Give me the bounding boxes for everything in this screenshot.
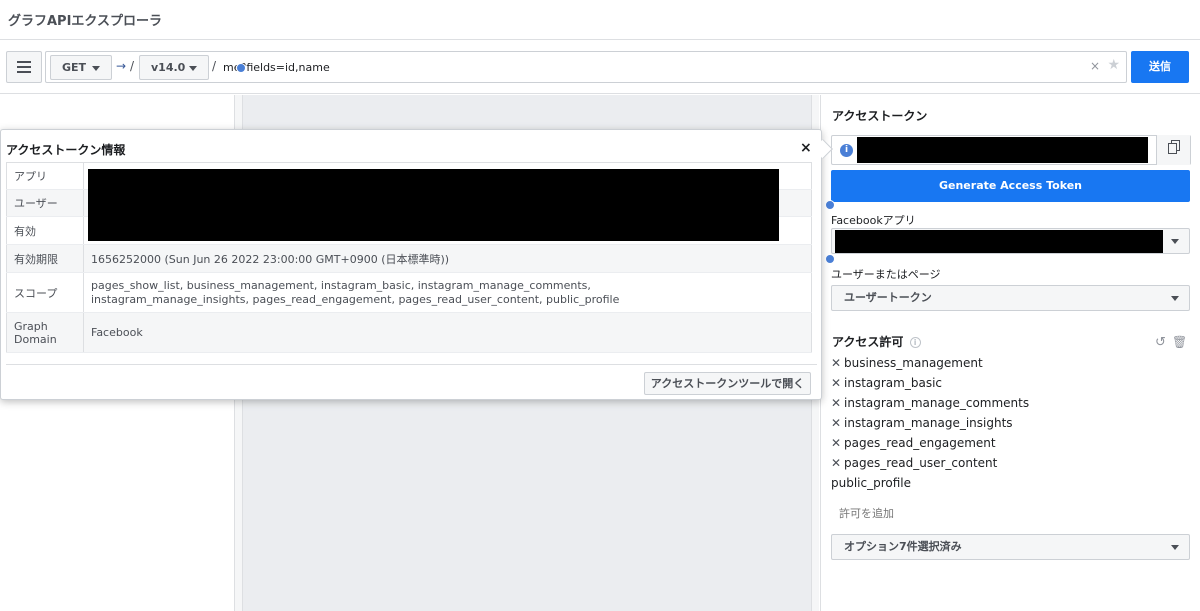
graph-path-input[interactable] bbox=[223, 59, 1083, 75]
api-version-select[interactable]: v14.0 bbox=[139, 55, 209, 80]
table-row: 有効期限 1656252000 (Sun Jun 26 2022 23:00:0… bbox=[6, 244, 812, 273]
row-key: 有効 bbox=[6, 216, 84, 245]
caret-down-icon bbox=[1171, 545, 1179, 550]
user-or-page-label: ユーザーまたはページ bbox=[831, 268, 941, 281]
row-key: ユーザー bbox=[6, 189, 84, 217]
row-value: pages_show_list, business_management, in… bbox=[83, 272, 812, 313]
cursor-indicator bbox=[825, 200, 835, 210]
clear-icon[interactable]: × bbox=[1090, 59, 1100, 73]
permission-list: ✕ business_management ✕ instagram_basic ✕ i… bbox=[831, 353, 1029, 493]
popup-title: アクセストークン情報 bbox=[6, 143, 126, 157]
access-token-panel: アクセストークン i Generate Access Token Faceboo… bbox=[820, 95, 1200, 611]
redacted-token bbox=[857, 137, 1148, 163]
cursor-indicator bbox=[236, 63, 246, 73]
open-access-token-tool-button[interactable]: アクセストークンツールで開く bbox=[644, 372, 811, 395]
row-value: Facebook bbox=[83, 312, 812, 353]
trash-icon[interactable]: 🗑 bbox=[1172, 335, 1187, 349]
caret-down-icon bbox=[1171, 296, 1179, 301]
access-token-info-popup: アクセストークン情報 × アプリ ユーザー 有効 有効期限 1656252000… bbox=[0, 129, 833, 400]
query-box: GET → / v14.0 / × ★ bbox=[45, 51, 1127, 83]
remove-icon[interactable]: ✕ bbox=[831, 433, 844, 453]
caret-down-icon bbox=[1171, 239, 1179, 244]
caret-down-icon bbox=[92, 66, 100, 71]
add-permission-input[interactable] bbox=[831, 503, 1190, 525]
arrow-right-icon: → bbox=[116, 59, 127, 73]
app-header: グラフAPIエクスプローラ bbox=[0, 0, 1200, 40]
divider bbox=[6, 364, 817, 365]
row-key: アプリ bbox=[6, 162, 84, 190]
redacted-app-name bbox=[835, 230, 1163, 253]
remove-icon[interactable]: ✕ bbox=[831, 413, 844, 433]
row-value: 1656252000 (Sun Jun 26 2022 23:00:00 GMT… bbox=[83, 244, 812, 273]
app-title: グラフAPIエクスプローラ bbox=[8, 14, 163, 29]
star-icon[interactable]: ★ bbox=[1107, 57, 1120, 73]
access-token-title: アクセストークン bbox=[832, 109, 928, 123]
generate-access-token-button[interactable]: Generate Access Token bbox=[831, 170, 1190, 202]
remove-icon[interactable]: ✕ bbox=[831, 453, 844, 473]
remove-icon[interactable]: ✕ bbox=[831, 393, 844, 413]
remove-icon[interactable]: ✕ bbox=[831, 353, 844, 373]
close-icon[interactable]: × bbox=[800, 140, 812, 156]
permission-item: ✕ instagram_basic bbox=[831, 373, 1029, 393]
copy-button[interactable] bbox=[1156, 135, 1190, 165]
redacted-info bbox=[88, 169, 779, 241]
path-separator: / bbox=[212, 59, 217, 73]
info-icon[interactable]: i bbox=[840, 144, 853, 157]
http-method-value: GET bbox=[62, 61, 87, 74]
options-select[interactable]: オプション7件選択済み bbox=[831, 534, 1190, 560]
permission-item: ✕ instagram_manage_insights bbox=[831, 413, 1029, 433]
options-value: オプション7件選択済み bbox=[844, 540, 962, 553]
remove-icon[interactable]: ✕ bbox=[831, 373, 844, 393]
info-icon[interactable]: i bbox=[909, 337, 921, 348]
facebook-app-label: Facebookアプリ bbox=[831, 214, 916, 227]
permission-item: ✕ pages_read_engagement bbox=[831, 433, 1029, 453]
permission-item: public_profile bbox=[831, 476, 912, 490]
permission-item: ✕ pages_read_user_content bbox=[831, 453, 1029, 473]
permissions-title: アクセス許可 i bbox=[832, 333, 921, 350]
row-key: Graph Domain bbox=[6, 312, 84, 353]
path-separator: / bbox=[130, 59, 135, 73]
facebook-app-select[interactable] bbox=[831, 228, 1190, 254]
undo-icon[interactable]: ↺ bbox=[1155, 335, 1166, 350]
hamburger-menu-button[interactable] bbox=[6, 51, 42, 83]
submit-button[interactable]: 送信 bbox=[1131, 51, 1189, 83]
permission-item: ✕ instagram_manage_comments bbox=[831, 393, 1029, 413]
http-method-select[interactable]: GET bbox=[50, 55, 112, 80]
cursor-indicator bbox=[825, 254, 835, 264]
table-row: Graph Domain Facebook bbox=[6, 312, 812, 353]
access-token-field[interactable]: i bbox=[831, 135, 1191, 165]
user-or-page-value: ユーザートークン bbox=[844, 291, 932, 304]
row-key: 有効期限 bbox=[6, 244, 84, 273]
query-toolbar: GET → / v14.0 / × ★ 送信 bbox=[0, 40, 1200, 94]
row-key: スコープ bbox=[6, 272, 84, 313]
api-version-value: v14.0 bbox=[151, 61, 186, 74]
permission-item: ✕ business_management bbox=[831, 353, 1029, 373]
caret-down-icon bbox=[189, 66, 197, 71]
table-row: スコープ pages_show_list, business_managemen… bbox=[6, 272, 812, 313]
user-or-page-select[interactable]: ユーザートークン bbox=[831, 285, 1190, 311]
